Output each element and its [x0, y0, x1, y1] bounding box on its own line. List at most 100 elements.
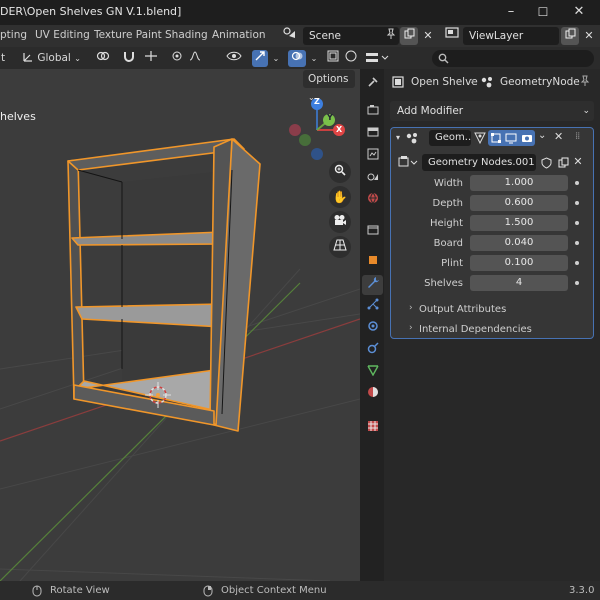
minimize-button[interactable]: –: [496, 0, 526, 25]
tab-scripting[interactable]: pting: [0, 29, 27, 41]
snap-target-icon[interactable]: [140, 50, 162, 67]
view-layer-field[interactable]: ViewLayer: [463, 27, 559, 45]
pin-icon[interactable]: [382, 28, 400, 46]
tab-particles-icon[interactable]: [362, 297, 383, 317]
tab-texture-paint[interactable]: Texture Paint: [94, 29, 162, 41]
chevron-right-icon[interactable]: ›: [409, 323, 413, 333]
mode-menu[interactable]: t: [0, 50, 6, 67]
hand-pan-icon[interactable]: ✋: [329, 186, 351, 208]
render-camera-icon[interactable]: [519, 130, 535, 146]
close-button[interactable]: ✕: [564, 0, 594, 25]
properties-tabs: [360, 69, 384, 581]
delete-scene-icon[interactable]: ✕: [419, 27, 437, 45]
properties-search-input[interactable]: [432, 50, 594, 67]
tab-modifier-icon[interactable]: [362, 275, 383, 295]
viewport-scene: [0, 98, 360, 581]
xray-icon[interactable]: [324, 50, 342, 67]
tab-shading[interactable]: Shading: [165, 29, 208, 41]
tab-physics-icon[interactable]: [362, 319, 383, 339]
overlays-dropdown-icon[interactable]: ⌄: [308, 50, 320, 67]
grid-perspective-icon[interactable]: [329, 236, 351, 258]
proportional-edit-icon[interactable]: [168, 50, 186, 67]
tab-scene-icon[interactable]: [362, 169, 383, 189]
node-tree-icon[interactable]: [398, 155, 420, 171]
options-label: Options: [308, 73, 349, 85]
chevron-right-icon[interactable]: ›: [409, 303, 413, 313]
param-height-field[interactable]: 1.500: [470, 215, 568, 231]
internal-dependencies-subpanel[interactable]: Internal Dependencies: [419, 324, 532, 335]
modifier-menu-chevron-icon[interactable]: ⌄: [538, 130, 546, 141]
keyframe-dot-icon[interactable]: [575, 221, 579, 225]
tab-output-icon[interactable]: [362, 125, 383, 145]
tab-collection-icon[interactable]: [362, 223, 383, 243]
new-scene-icon[interactable]: [400, 27, 418, 45]
param-plint-field[interactable]: 0.100: [470, 255, 568, 271]
tab-constraints-icon[interactable]: [362, 341, 383, 361]
tab-animation[interactable]: Animation: [212, 29, 266, 41]
output-attributes-subpanel[interactable]: Output Attributes: [419, 304, 506, 315]
param-width-field[interactable]: 1.000: [470, 175, 568, 191]
new-view-layer-icon[interactable]: [561, 27, 579, 45]
scene-name: Scene: [309, 30, 342, 42]
tab-tool-icon[interactable]: [362, 75, 383, 95]
tab-data-icon[interactable]: [362, 363, 383, 383]
tab-material-icon[interactable]: [362, 385, 383, 405]
tab-object-icon[interactable]: [362, 253, 383, 273]
tab-view-layer-icon[interactable]: [362, 147, 383, 167]
viewport-header: t Global ⌄ ⌄ ⌄: [0, 47, 360, 69]
viewport-display-icon[interactable]: [503, 130, 519, 146]
modifier-name-field[interactable]: Geom...: [429, 130, 471, 146]
param-board-field[interactable]: 0.040: [470, 235, 568, 251]
duplicate-node-group-icon[interactable]: [555, 155, 571, 171]
param-shelves-field[interactable]: 4: [470, 275, 568, 291]
pin-icon[interactable]: [580, 75, 590, 90]
gizmo-z-label[interactable]: Z: [314, 97, 320, 106]
gizmo-dropdown-icon[interactable]: ⌄: [270, 50, 282, 67]
keyframe-dot-icon[interactable]: [575, 181, 579, 185]
node-group-field[interactable]: Geometry Nodes.001: [422, 154, 536, 171]
edit-mode-cage-icon[interactable]: [472, 130, 487, 146]
top-bar: pting UV Editing Texture Paint Shading A…: [0, 25, 600, 47]
tab-world-icon[interactable]: [362, 191, 383, 211]
transform-orientation-dropdown[interactable]: Global ⌄: [22, 50, 82, 67]
keyframe-dot-icon[interactable]: [575, 281, 579, 285]
collapse-chevron-icon[interactable]: ▾: [396, 133, 400, 142]
delete-view-layer-icon[interactable]: ✕: [580, 27, 598, 45]
view-layer-name: ViewLayer: [469, 30, 524, 42]
camera-icon[interactable]: [329, 211, 351, 233]
add-modifier-dropdown[interactable]: Add Modifier ⌄: [390, 101, 594, 121]
view-layer-icon[interactable]: [440, 27, 464, 45]
tab-texture-icon[interactable]: [362, 419, 383, 439]
object-name-overlay: helves: [0, 110, 36, 123]
tab-uv-editing[interactable]: UV Editing: [35, 29, 90, 41]
keyframe-dot-icon[interactable]: [575, 201, 579, 205]
pivot-point-icon[interactable]: [92, 50, 114, 67]
drag-handle-icon[interactable]: ⁞⁞: [575, 131, 580, 142]
mouse-left-icon: [32, 585, 42, 600]
param-depth-field[interactable]: 0.600: [470, 195, 568, 211]
search-icon: [438, 53, 449, 64]
keyframe-dot-icon[interactable]: [575, 241, 579, 245]
status-bar: Rotate View Object Context Menu 3.3.0: [0, 581, 600, 600]
gizmo-x-label[interactable]: X: [336, 125, 342, 134]
unlink-node-group-icon[interactable]: ✕: [571, 155, 585, 171]
maximize-button[interactable]: ☐: [528, 0, 558, 25]
overlays-toggle-icon[interactable]: [288, 50, 306, 67]
gizmo-toggle-icon[interactable]: [252, 50, 268, 67]
tab-render-icon[interactable]: [362, 103, 383, 123]
visibility-icon[interactable]: [222, 50, 246, 67]
zoom-icon[interactable]: [329, 161, 351, 183]
shading-wireframe-icon[interactable]: [344, 50, 358, 67]
snap-icon[interactable]: [120, 50, 138, 67]
3d-viewport[interactable]: Options ⌄ helves Z Y X ✋: [0, 69, 360, 581]
falloff-icon[interactable]: [186, 50, 204, 67]
gizmo-y-label[interactable]: Y: [327, 113, 333, 122]
scene-icon[interactable]: [278, 27, 302, 45]
edit-mode-icon[interactable]: [488, 130, 503, 146]
editor-type-icon[interactable]: [364, 50, 390, 67]
remove-modifier-icon[interactable]: ✕: [554, 130, 563, 143]
fake-user-shield-icon[interactable]: [538, 155, 554, 171]
keyframe-dot-icon[interactable]: [575, 261, 579, 265]
param-shelves-label: Shelves: [424, 278, 463, 289]
options-dropdown[interactable]: Options ⌄: [303, 70, 355, 102]
